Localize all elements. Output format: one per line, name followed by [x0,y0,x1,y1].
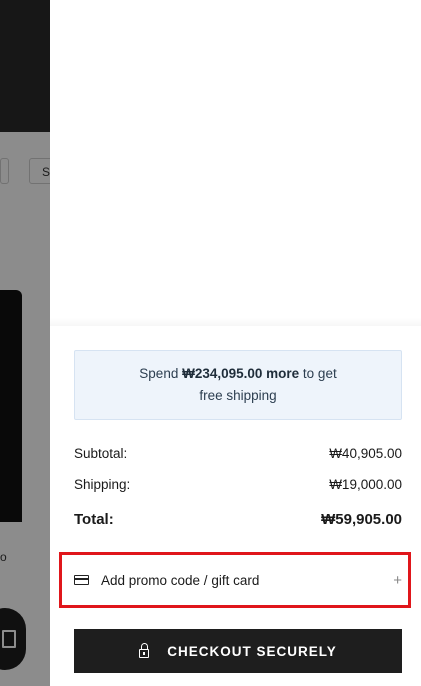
shipping-row: Shipping: ₩19,000.00 [74,477,402,492]
shipping-notice-line1: Spend ₩234,095.00 more to get [139,366,337,381]
cart-footer: Spend ₩234,095.00 more to get free shipp… [50,326,421,686]
checkout-button-label: CHECKOUT SECURELY [167,643,337,659]
plus-icon[interactable]: + [390,572,402,589]
lock-icon [139,643,150,658]
subtotal-value: ₩40,905.00 [329,446,402,461]
shipping-label: Shipping: [74,477,131,492]
total-value: ₩59,905.00 [321,511,402,528]
shipping-notice-line2: free shipping [199,388,277,403]
free-shipping-notice: Spend ₩234,095.00 more to get free shipp… [74,350,402,420]
total-label: Total: [74,511,114,528]
credit-card-icon [74,575,89,585]
promo-code-toggle[interactable]: Add promo code / gift card + [74,564,402,596]
subtotal-row: Subtotal: ₩40,905.00 [74,446,402,461]
drawer-overlay[interactable] [0,0,50,686]
background-page: S o [0,0,50,686]
shipping-value: ₩19,000.00 [329,477,402,492]
cart-drawer: Spend ₩234,095.00 more to get free shipp… [50,0,421,686]
promo-code-label: Add promo code / gift card [101,572,260,588]
amount-remaining: ₩234,095.00 more [182,366,300,381]
total-row: Total: ₩59,905.00 [74,511,402,528]
subtotal-label: Subtotal: [74,446,128,461]
checkout-button[interactable]: CHECKOUT SECURELY [74,629,402,673]
